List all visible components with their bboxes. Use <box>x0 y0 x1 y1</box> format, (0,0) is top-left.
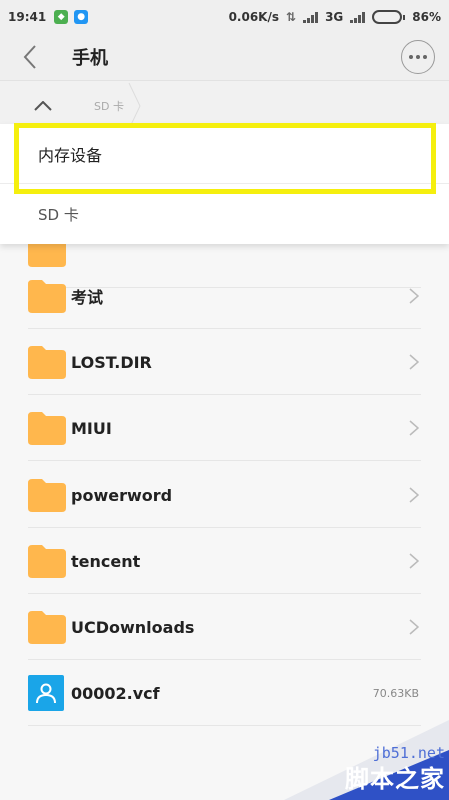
folder-icon <box>28 478 66 512</box>
more-dot-icon <box>423 55 427 59</box>
list-item[interactable]: MIUI <box>0 395 449 461</box>
title-bar: 手机 <box>0 34 449 80</box>
notification-app-icon: ● <box>74 10 89 24</box>
list-item[interactable]: 00002.vcf 70.63KB <box>0 660 449 726</box>
list-item[interactable]: tencent <box>0 528 449 594</box>
battery-icon <box>372 10 406 24</box>
list-item[interactable]: powerword <box>0 462 449 528</box>
list-item[interactable]: 考试 <box>0 263 449 329</box>
folder-icon <box>28 279 66 313</box>
folder-icon <box>28 345 66 379</box>
contact-icon <box>28 675 64 711</box>
status-time: 19:41 <box>8 10 47 24</box>
chevron-right-icon <box>409 420 419 436</box>
back-arrow-icon <box>23 45 36 69</box>
folder-icon <box>28 610 66 644</box>
page-title: 手机 <box>72 48 108 69</box>
file-name: 考试 <box>71 288 104 307</box>
more-options-button[interactable] <box>401 40 435 74</box>
more-dot-icon <box>409 55 413 59</box>
chevron-right-icon <box>409 487 419 503</box>
file-name: tencent <box>71 551 141 571</box>
highlight-box <box>14 123 436 194</box>
data-transfer-icon: ⇅ <box>286 10 297 24</box>
file-name: MIUI <box>71 418 112 438</box>
chevron-right-icon <box>409 354 419 370</box>
chevron-right-icon <box>409 288 419 304</box>
file-name: 00002.vcf <box>71 683 160 703</box>
folder-icon <box>28 544 66 578</box>
watermark-site: 脚本之家 <box>345 765 445 793</box>
back-button[interactable] <box>0 34 60 80</box>
shield-app-icon: ◆ <box>54 10 69 24</box>
list-item[interactable]: LOST.DIR <box>0 329 449 395</box>
chevron-right-icon <box>409 619 419 635</box>
net-speed: 0.06K/s <box>228 10 279 24</box>
network-type: 3G <box>325 10 344 24</box>
file-name: UCDownloads <box>71 617 195 637</box>
file-name: powerword <box>71 485 173 505</box>
breadcrumb-item-sd-card[interactable]: SD 卡 <box>94 98 124 114</box>
folder-icon <box>28 411 66 445</box>
status-bar: 19:41 ◆ ● 0.06K/s ⇅ 3G 86% <box>0 0 449 34</box>
chevron-up-icon <box>34 100 52 111</box>
more-dot-icon <box>416 55 420 59</box>
battery-percent: 86% <box>412 10 441 24</box>
file-size: 70.63KB <box>372 686 419 700</box>
signal-icon <box>303 11 319 23</box>
list-item[interactable]: UCDownloads <box>0 594 449 660</box>
chevron-right-icon <box>409 553 419 569</box>
file-name: LOST.DIR <box>71 352 152 372</box>
signal-icon-2 <box>350 11 366 23</box>
watermark: jb51.net 脚本之家 <box>284 720 449 800</box>
